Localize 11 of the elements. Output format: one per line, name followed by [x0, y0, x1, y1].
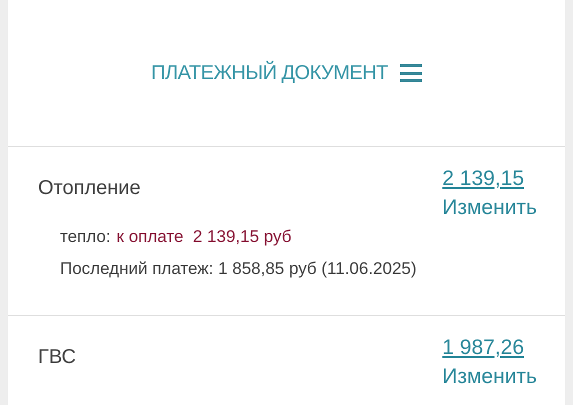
edit-link[interactable]: Изменить	[442, 193, 537, 223]
edit-link[interactable]: Изменить	[442, 362, 537, 392]
service-label: тепло:	[60, 226, 111, 248]
service-name: ГВС	[38, 345, 76, 370]
last-payment: Последний платеж: 1 858,85 руб (11.06.2025)	[60, 258, 418, 280]
amount-link[interactable]: 1 987,26	[442, 334, 524, 362]
payment-due: к оплате 2 139,15 руб	[116, 226, 292, 248]
page-title: ПЛАТЕЖНЫЙ ДОКУМЕНТ	[151, 60, 388, 86]
menu-icon[interactable]	[400, 64, 422, 82]
amount-link[interactable]: 2 139,15	[442, 165, 524, 193]
service-name: Отопление	[38, 176, 141, 201]
